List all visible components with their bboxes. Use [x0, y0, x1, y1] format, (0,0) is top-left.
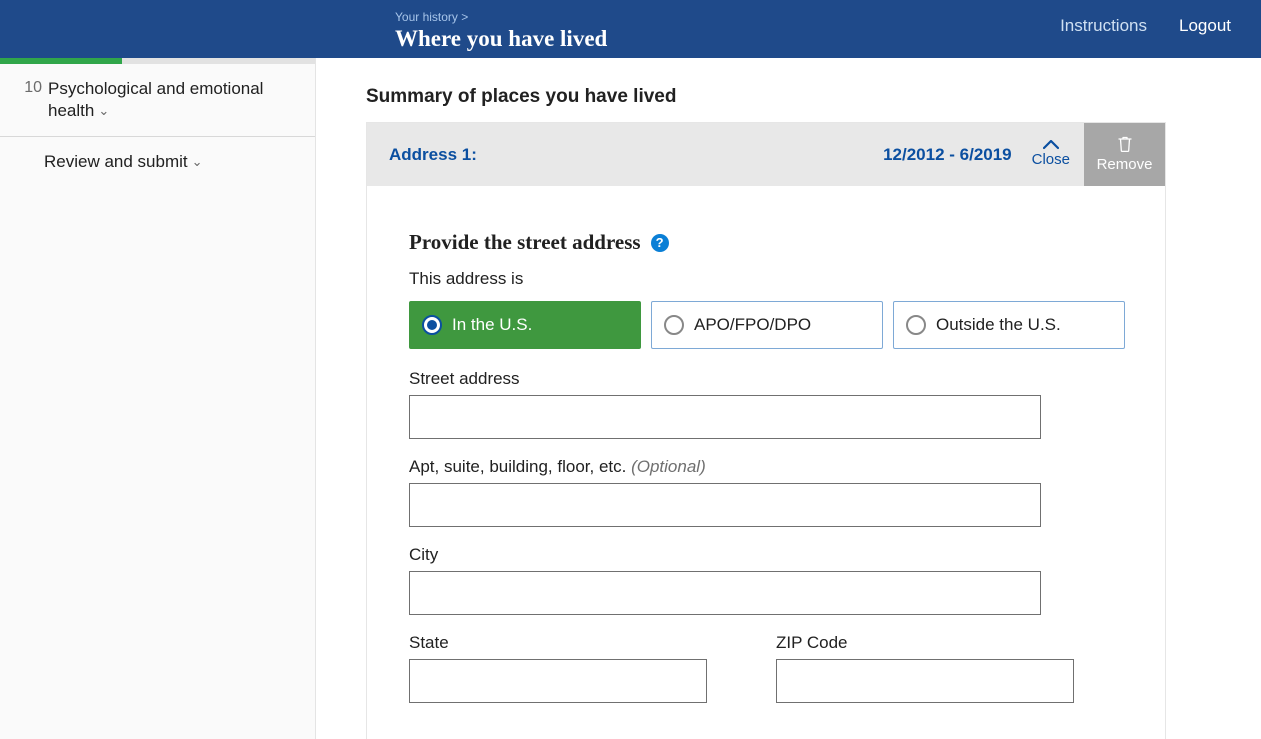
- instructions-link[interactable]: Instructions: [1060, 16, 1147, 36]
- trash-icon: [1118, 136, 1132, 152]
- sidebar-item-number: 10: [20, 78, 42, 99]
- section-heading: Provide the street address ?: [409, 230, 1125, 255]
- chevron-up-icon: [1043, 140, 1059, 150]
- chevron-down-icon: ⌄: [98, 103, 109, 120]
- city-input[interactable]: [409, 571, 1041, 615]
- address-label: Address 1:: [367, 145, 883, 165]
- street-address-input[interactable]: [409, 395, 1041, 439]
- optional-tag: (Optional): [631, 457, 706, 476]
- logout-link[interactable]: Logout: [1179, 16, 1231, 36]
- street-address-label: Street address: [409, 369, 1125, 389]
- sidebar-item-review-submit[interactable]: Review and submit⌄: [0, 137, 315, 187]
- city-label: City: [409, 545, 1125, 565]
- remove-button[interactable]: Remove: [1084, 123, 1165, 186]
- sidebar-item-label: Psychological and emotional health⌄: [48, 78, 303, 122]
- radio-apo-fpo-dpo[interactable]: APO/FPO/DPO: [651, 301, 883, 349]
- address-type-radio-group: In the U.S. APO/FPO/DPO Outside the U.S.: [409, 301, 1125, 349]
- summary-heading: Summary of places you have lived: [366, 86, 1261, 108]
- address-card: Address 1: 12/2012 - 6/2019 Close Remove…: [366, 122, 1166, 739]
- radio-icon: [906, 315, 926, 335]
- radio-in-us[interactable]: In the U.S.: [409, 301, 641, 349]
- address-type-label: This address is: [409, 269, 1125, 289]
- close-button[interactable]: Close: [1026, 140, 1076, 169]
- top-header: Your history > Where you have lived Inst…: [0, 0, 1261, 58]
- radio-icon: [664, 315, 684, 335]
- address-card-header: Address 1: 12/2012 - 6/2019 Close Remove: [367, 123, 1165, 186]
- address-card-body: Provide the street address ? This addres…: [367, 186, 1165, 739]
- apt-label: Apt, suite, building, floor, etc. (Optio…: [409, 457, 1125, 477]
- sidebar-item-psych-health[interactable]: 10 Psychological and emotional health⌄: [0, 64, 315, 137]
- main-content: Summary of places you have lived Address…: [316, 58, 1261, 739]
- sidebar-item-label: Review and submit⌄: [44, 151, 303, 173]
- apt-input[interactable]: [409, 483, 1041, 527]
- radio-icon: [422, 315, 442, 335]
- address-date-range: 12/2012 - 6/2019: [883, 145, 1012, 165]
- state-input[interactable]: [409, 659, 707, 703]
- zip-input[interactable]: [776, 659, 1074, 703]
- state-label: State: [409, 633, 758, 653]
- chevron-down-icon: ⌄: [192, 154, 203, 171]
- sidebar: 10 Psychological and emotional health⌄ R…: [0, 58, 316, 739]
- zip-label: ZIP Code: [776, 633, 1125, 653]
- radio-outside-us[interactable]: Outside the U.S.: [893, 301, 1125, 349]
- help-icon[interactable]: ?: [651, 234, 669, 252]
